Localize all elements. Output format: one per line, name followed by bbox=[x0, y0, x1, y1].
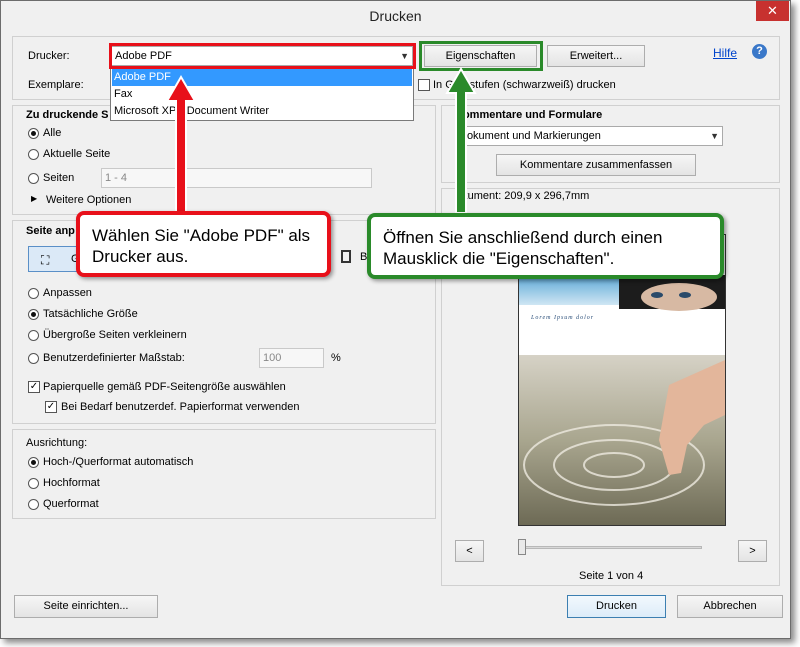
percent-label: % bbox=[331, 352, 341, 364]
radio-auto-label: Hoch-/Querformat automatisch bbox=[43, 456, 194, 468]
printer-highlight-box bbox=[109, 43, 416, 69]
callout-open-properties: Öffnen Sie anschließend durch einen Maus… bbox=[367, 213, 724, 279]
paper-source-checkbox[interactable]: ✓ bbox=[28, 381, 40, 393]
radio-actual-size[interactable] bbox=[28, 309, 39, 320]
radio-fit-label: Anpassen bbox=[43, 287, 92, 299]
booklet-icon bbox=[341, 250, 351, 263]
help-link[interactable]: Hilfe bbox=[713, 46, 737, 60]
red-arrow-icon bbox=[165, 75, 197, 214]
radio-current-page[interactable] bbox=[28, 149, 39, 160]
custom-paper-checkbox[interactable]: ✓ bbox=[45, 401, 57, 413]
advanced-button[interactable]: Erweitert... bbox=[547, 45, 645, 67]
custom-paper-label: Bei Bedarf benutzerdef. Papierformat ver… bbox=[61, 401, 300, 413]
paper-source-label: Papierquelle gemäß PDF-Seitengröße auswä… bbox=[43, 381, 286, 393]
preview-page-text: Lorem Ipsum dolor bbox=[531, 315, 595, 321]
size-mode-icon: ⛶ bbox=[41, 253, 50, 267]
radio-landscape[interactable] bbox=[28, 499, 39, 510]
radio-fit[interactable] bbox=[28, 288, 39, 299]
printer-label: Drucker: bbox=[28, 50, 70, 62]
printer-dropdown-list: Adobe PDF Fax Microsoft XPS Document Wri… bbox=[110, 67, 414, 121]
radio-actual-label: Tatsächliche Größe bbox=[43, 308, 138, 320]
radio-custom-scale[interactable] bbox=[28, 353, 39, 364]
radio-current-label: Aktuelle Seite bbox=[43, 148, 111, 160]
pages-range-input[interactable]: 1 - 4 bbox=[101, 168, 372, 188]
radio-pages-label: Seiten bbox=[43, 172, 75, 184]
green-arrow-icon bbox=[445, 67, 477, 214]
properties-highlight-box bbox=[419, 41, 543, 71]
next-page-button[interactable]: > bbox=[738, 540, 767, 562]
copies-label: Exemplare: bbox=[28, 79, 84, 91]
comments-select[interactable]: Dokument und Markierungen ▼ bbox=[455, 126, 723, 146]
printer-option-xps[interactable]: Microsoft XPS Document Writer bbox=[112, 103, 412, 120]
help-icon[interactable]: ? bbox=[752, 44, 767, 59]
printer-option-fax[interactable]: Fax bbox=[112, 86, 412, 103]
chevron-down-icon: ▼ bbox=[710, 131, 719, 141]
printer-option-adobe-pdf[interactable]: Adobe PDF bbox=[112, 69, 412, 86]
grayscale-checkbox[interactable] bbox=[418, 79, 430, 91]
radio-portrait[interactable] bbox=[28, 478, 39, 489]
cancel-button[interactable]: Abbrechen bbox=[677, 595, 783, 618]
more-options-link[interactable]: Weitere Optionen bbox=[46, 194, 131, 206]
pages-heading: Zu druckende S bbox=[26, 109, 109, 121]
radio-portrait-label: Hochformat bbox=[43, 477, 100, 489]
page-slider-track[interactable] bbox=[522, 546, 702, 549]
print-dialog: Drucken ✕ Drucker: Adobe PDF ▼ Eigenscha… bbox=[0, 0, 791, 639]
summarize-comments-button[interactable]: Kommentare zusammenfassen bbox=[496, 154, 696, 176]
radio-all-label: Alle bbox=[43, 127, 62, 139]
prev-page-button[interactable]: < bbox=[455, 540, 484, 562]
custom-scale-input[interactable]: 100 bbox=[259, 348, 324, 368]
radio-auto-orientation[interactable] bbox=[28, 457, 39, 468]
dialog-title: Drucken bbox=[369, 8, 422, 24]
radio-pages[interactable] bbox=[28, 173, 39, 184]
print-button[interactable]: Drucken bbox=[567, 595, 666, 618]
radio-landscape-label: Querformat bbox=[43, 498, 99, 510]
title-bar: Drucken ✕ bbox=[1, 1, 790, 31]
radio-all[interactable] bbox=[28, 128, 39, 139]
close-button[interactable]: ✕ bbox=[756, 1, 789, 21]
expand-triangle-icon[interactable]: ▶ bbox=[31, 194, 37, 203]
callout-select-printer: Wählen Sie "Adobe PDF" als Drucker aus. bbox=[76, 211, 331, 277]
page-setup-button[interactable]: Seite einrichten... bbox=[14, 595, 158, 618]
page-setup-heading: Seite anp bbox=[26, 225, 75, 237]
orientation-heading: Ausrichtung: bbox=[26, 437, 88, 449]
radio-custom-label: Benutzerdefinierter Maßstab: bbox=[43, 352, 185, 364]
radio-shrink[interactable] bbox=[28, 330, 39, 341]
page-slider-thumb[interactable] bbox=[518, 539, 526, 555]
radio-shrink-label: Übergroße Seiten verkleinern bbox=[43, 329, 187, 341]
page-indicator: Seite 1 von 4 bbox=[579, 570, 644, 582]
